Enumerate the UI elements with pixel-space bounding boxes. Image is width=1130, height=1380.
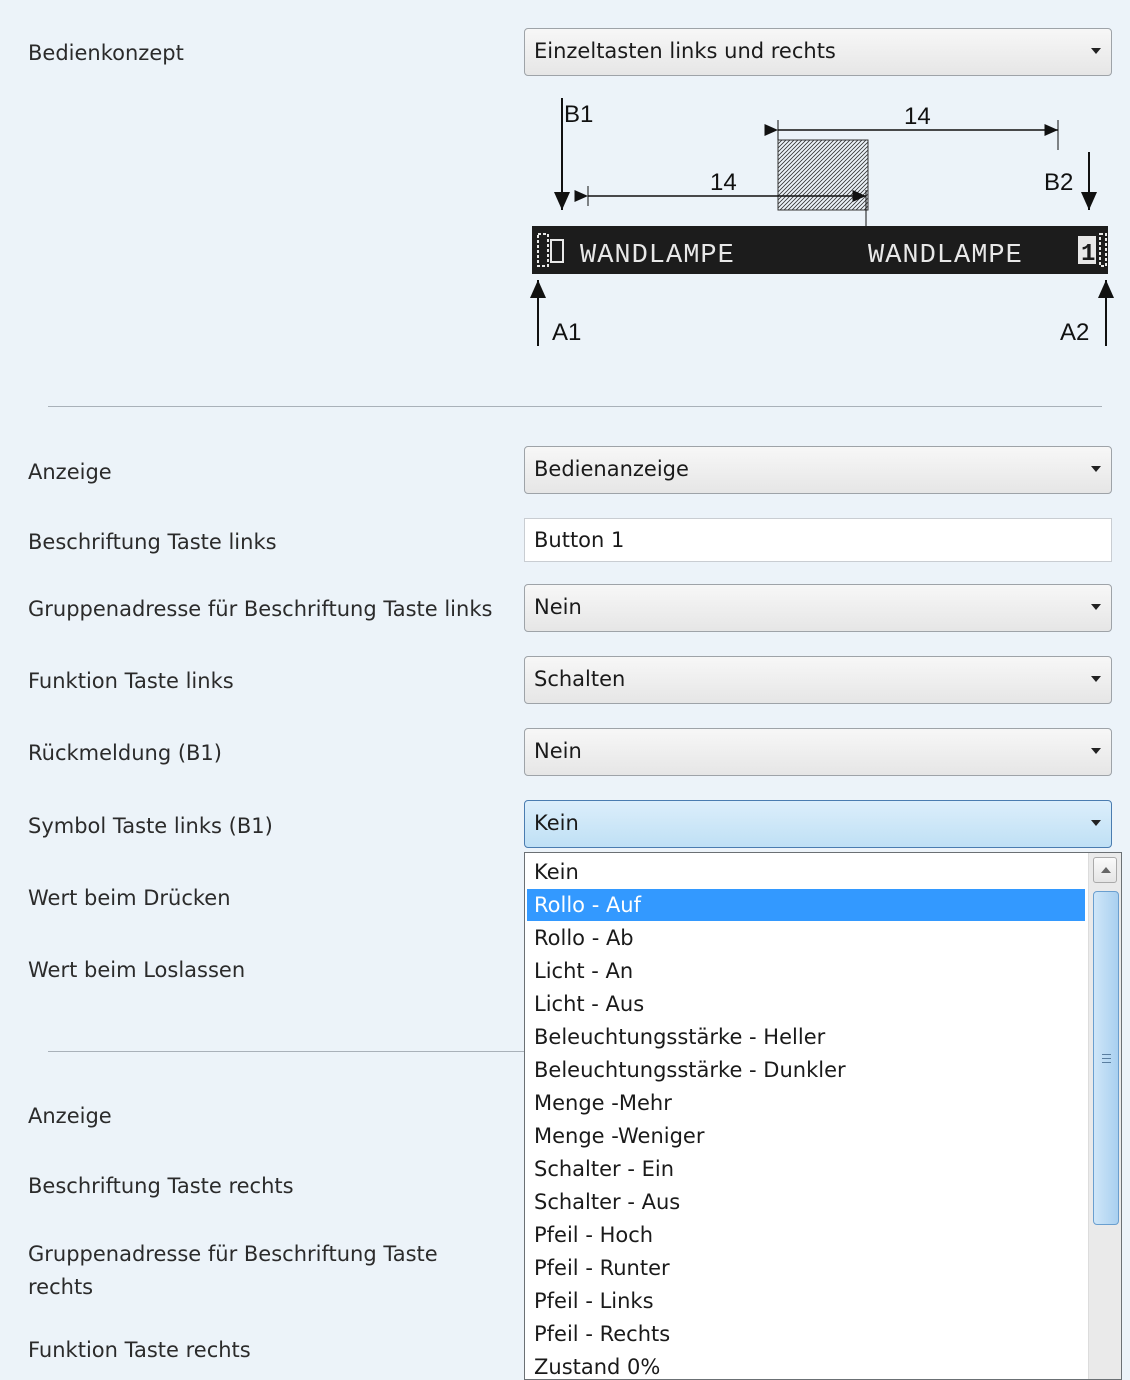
dropdown-option[interactable]: Menge -Mehr (527, 1087, 1085, 1119)
label-b1: B1 (564, 101, 593, 128)
grip-line (1102, 1058, 1111, 1059)
dropdown-option[interactable]: Pfeil - Runter (527, 1252, 1085, 1284)
scroll-up-icon[interactable] (1093, 857, 1117, 883)
dropdown-option[interactable]: Zustand 0% (527, 1351, 1085, 1379)
bedienkonzept-select[interactable]: Einzeltasten links und rechts (524, 28, 1112, 76)
dropdown-option[interactable]: Beleuchtungsstärke - Dunkler (527, 1054, 1085, 1086)
chevron-down-icon (1091, 748, 1101, 754)
label-a1: A1 (552, 319, 581, 346)
bedienkonzept-value: Einzeltasten links und rechts (534, 39, 836, 63)
funktion-links-select[interactable]: Schalten (524, 656, 1112, 704)
lcd-right-digit: 1 (1081, 241, 1095, 268)
dropdown-option[interactable]: Rollo - Ab (527, 922, 1085, 954)
dropdown-option[interactable]: Licht - Aus (527, 988, 1085, 1020)
dropdown-option[interactable]: Pfeil - Links (527, 1285, 1085, 1317)
hatched-symbol (777, 139, 869, 211)
symbol-links-value: Kein (534, 811, 579, 835)
dropdown-option[interactable]: Schalter - Aus (527, 1186, 1085, 1218)
label-wert-loslassen: Wert beim Loslassen (28, 958, 246, 982)
gruppenadresse-links-value: Nein (534, 595, 582, 619)
separator-1 (48, 406, 1102, 407)
dropdown-option[interactable]: Licht - An (527, 955, 1085, 987)
dropdown-option[interactable]: Schalter - Ein (527, 1153, 1085, 1185)
dropdown-option[interactable]: Beleuchtungsstärke - Heller (527, 1021, 1085, 1053)
symbol-links-select[interactable]: Kein (524, 800, 1112, 848)
label-funktion-links: Funktion Taste links (28, 669, 234, 693)
label-gruppenadresse-rechts: Gruppenadresse für Beschriftung Taste re… (28, 1241, 438, 1300)
lcd-right-text: WANDLAMPE (868, 241, 1023, 271)
rueckmeldung-value: Nein (534, 739, 582, 763)
label-rueckmeldung: Rückmeldung (B1) (28, 741, 222, 765)
dim-mid-label: 14 (710, 169, 737, 196)
scrollbar-thumb[interactable] (1093, 891, 1119, 1225)
label-funktion-rechts: Funktion Taste rechts (28, 1338, 251, 1362)
label-wert-druecken: Wert beim Drücken (28, 886, 231, 910)
chevron-down-icon (1091, 604, 1101, 610)
funktion-links-value: Schalten (534, 667, 626, 691)
label-symbol-links: Symbol Taste links (B1) (28, 814, 273, 838)
label-beschriftung-links: Beschriftung Taste links (28, 530, 277, 554)
chevron-down-icon (1091, 820, 1101, 826)
grip-line (1102, 1054, 1111, 1055)
beschriftung-links-input[interactable]: Button 1 (524, 518, 1112, 562)
dropdown-scrollbar[interactable] (1088, 853, 1121, 1379)
label-beschriftung-rechts: Beschriftung Taste rechts (28, 1174, 294, 1198)
dropdown-option[interactable]: Pfeil - Rechts (527, 1318, 1085, 1350)
rueckmeldung-select[interactable]: Nein (524, 728, 1112, 776)
button-layout-diagram: B1 14 14 B2 WANDLAMPE WANDLAMPE 1 A1 A2 (530, 98, 1114, 346)
anzeige-links-value: Bedienanzeige (534, 457, 689, 481)
dropdown-option[interactable]: Pfeil - Hoch (527, 1219, 1085, 1251)
chevron-down-icon (1091, 676, 1101, 682)
label-gruppenadresse-rechts-line2: rechts (28, 1275, 94, 1299)
symbol-dropdown-list[interactable]: Kein Rollo - Auf Rollo - Ab Licht - An L… (524, 852, 1122, 1380)
dim-top-label: 14 (904, 103, 931, 130)
label-a2: A2 (1060, 319, 1089, 346)
lcd-left-text: WANDLAMPE (580, 241, 735, 271)
label-bedienkonzept: Bedienkonzept (28, 41, 184, 65)
chevron-down-icon (1091, 466, 1101, 472)
label-anzeige-rechts: Anzeige (28, 1104, 112, 1128)
label-gruppenadresse-links: Gruppenadresse für Beschriftung Taste li… (28, 597, 493, 621)
dropdown-option-selected[interactable]: Rollo - Auf (527, 889, 1085, 921)
separator-2 (48, 1051, 524, 1052)
label-anzeige-links: Anzeige (28, 460, 112, 484)
label-gruppenadresse-rechts-line1: Gruppenadresse für Beschriftung Taste (28, 1242, 438, 1266)
dropdown-option[interactable]: Menge -Weniger (527, 1120, 1085, 1152)
gruppenadresse-links-select[interactable]: Nein (524, 584, 1112, 632)
dropdown-option[interactable]: Kein (527, 856, 1085, 888)
grip-line (1102, 1062, 1111, 1063)
chevron-down-icon (1091, 48, 1101, 54)
anzeige-links-select[interactable]: Bedienanzeige (524, 446, 1112, 494)
label-b2: B2 (1044, 169, 1073, 196)
